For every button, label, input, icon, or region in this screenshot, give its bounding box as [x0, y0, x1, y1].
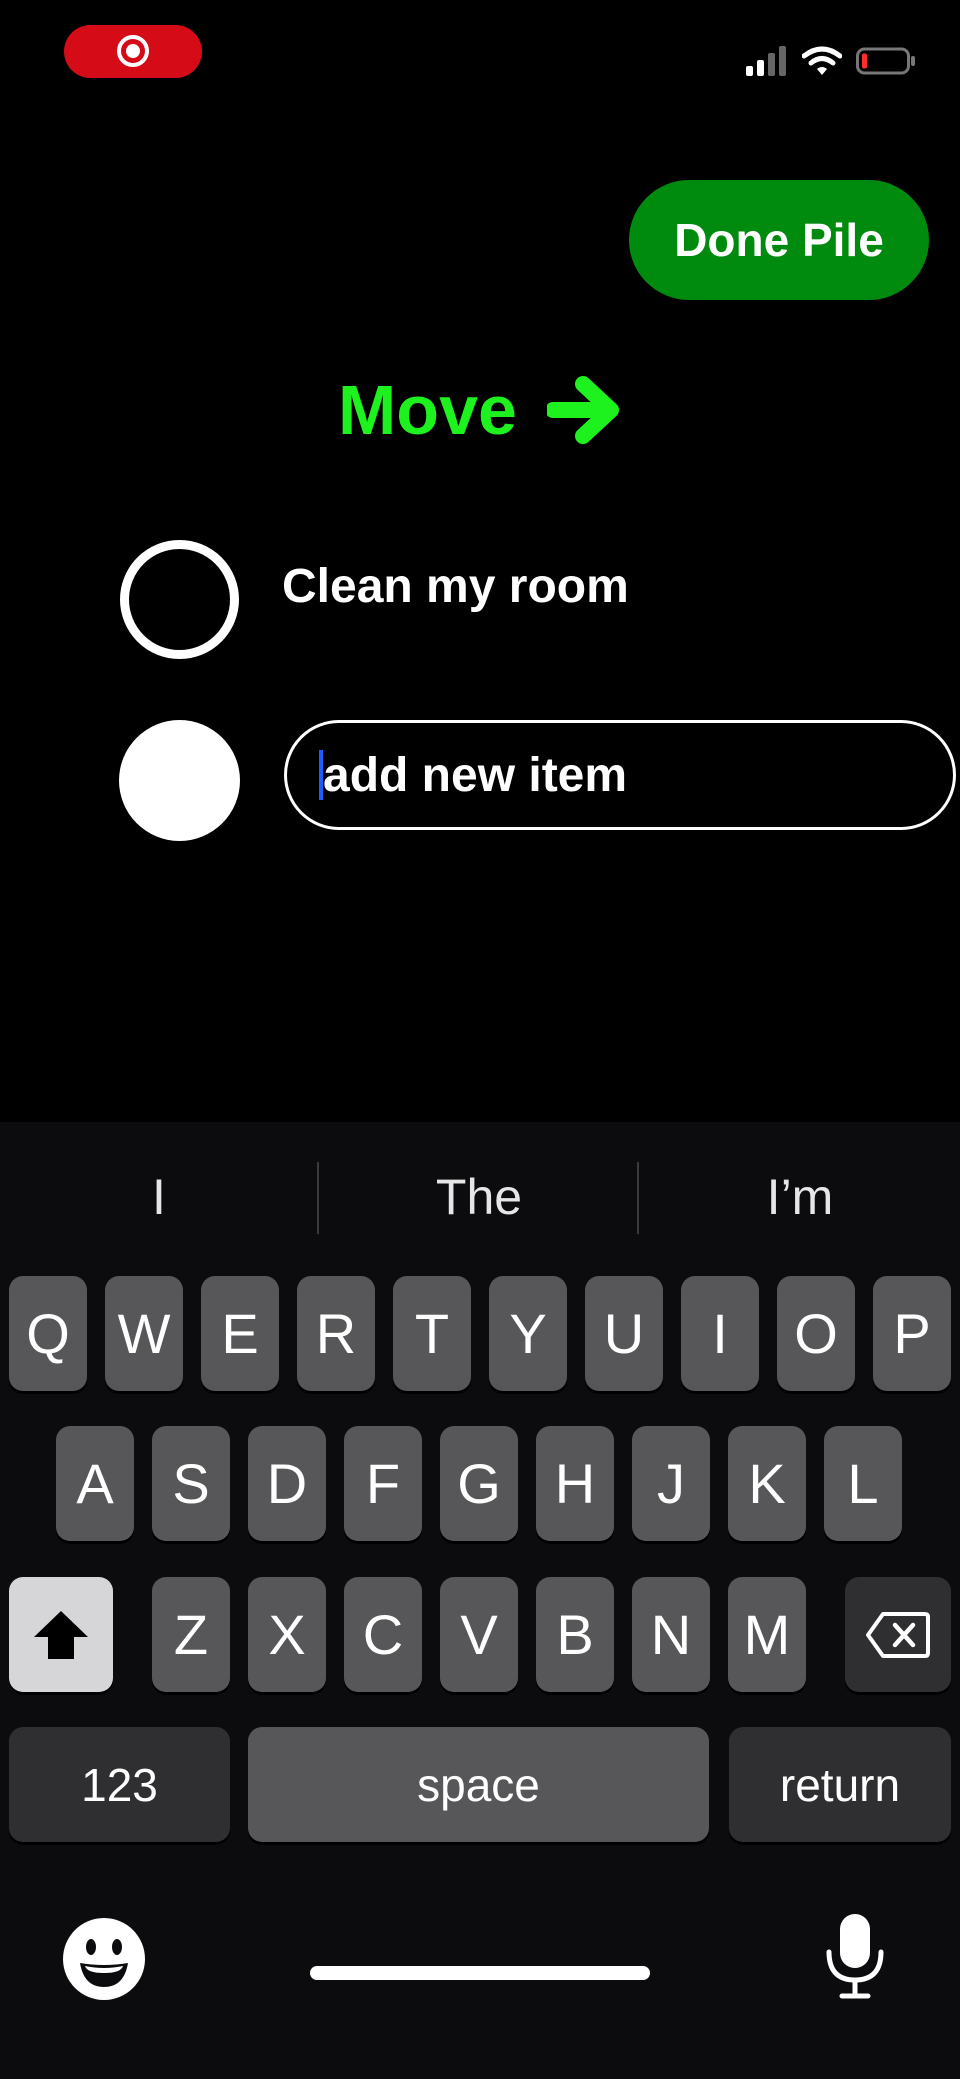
done-pile-button[interactable]: Done Pile — [629, 180, 929, 300]
key-l[interactable]: L — [824, 1426, 902, 1541]
key-k[interactable]: K — [728, 1426, 806, 1541]
shift-key[interactable] — [9, 1577, 113, 1692]
new-item-checkbox[interactable] — [119, 720, 240, 841]
key-m[interactable]: M — [728, 1577, 806, 1692]
screen-recording-icon — [117, 35, 149, 67]
key-p[interactable]: P — [873, 1276, 951, 1391]
emoji-icon — [63, 1918, 145, 2000]
suggestion-2[interactable]: The — [320, 1122, 638, 1272]
dictation-button[interactable] — [822, 1912, 888, 2000]
status-icons — [746, 44, 916, 78]
key-f[interactable]: F — [344, 1426, 422, 1541]
return-key[interactable]: return — [729, 1727, 951, 1842]
new-item-input[interactable]: add new item — [284, 720, 956, 830]
emoji-button[interactable] — [62, 1917, 146, 2001]
microphone-icon — [826, 1914, 884, 1999]
key-g[interactable]: G — [440, 1426, 518, 1541]
key-d[interactable]: D — [248, 1426, 326, 1541]
battery-low-icon — [856, 47, 915, 75]
item-checkbox[interactable] — [120, 540, 239, 659]
suggestion-divider — [317, 1162, 319, 1234]
home-indicator[interactable] — [310, 1966, 650, 1980]
key-n[interactable]: N — [632, 1577, 710, 1692]
delete-key[interactable] — [845, 1577, 951, 1692]
backspace-icon — [866, 1611, 930, 1658]
key-w[interactable]: W — [105, 1276, 183, 1391]
space-key[interactable]: space — [248, 1727, 709, 1842]
cellular-signal-icon — [746, 46, 786, 76]
wifi-icon — [802, 46, 842, 75]
key-e[interactable]: E — [201, 1276, 279, 1391]
key-h[interactable]: H — [536, 1426, 614, 1541]
key-o[interactable]: O — [777, 1276, 855, 1391]
key-c[interactable]: C — [344, 1577, 422, 1692]
key-x[interactable]: X — [248, 1577, 326, 1692]
arrow-right-icon — [546, 376, 619, 444]
key-u[interactable]: U — [585, 1276, 663, 1391]
key-z[interactable]: Z — [152, 1577, 230, 1692]
move-label: Move — [338, 371, 517, 449]
key-r[interactable]: R — [297, 1276, 375, 1391]
key-t[interactable]: T — [393, 1276, 471, 1391]
list-item-text[interactable]: Clean my room — [282, 555, 629, 619]
screen-recording-indicator[interactable] — [64, 25, 202, 78]
key-i[interactable]: I — [681, 1276, 759, 1391]
numbers-key[interactable]: 123 — [9, 1727, 230, 1842]
suggestion-bar: I The I’m — [0, 1122, 960, 1272]
shift-arrow-icon — [34, 1610, 88, 1659]
move-button[interactable]: Move — [338, 360, 623, 460]
key-j[interactable]: J — [632, 1426, 710, 1541]
new-item-placeholder: add new item — [323, 748, 628, 802]
key-b[interactable]: B — [536, 1577, 614, 1692]
suggestion-3[interactable]: I’m — [640, 1122, 960, 1272]
suggestion-divider — [637, 1162, 639, 1234]
suggestion-1[interactable]: I — [0, 1122, 318, 1272]
key-v[interactable]: V — [440, 1577, 518, 1692]
key-y[interactable]: Y — [489, 1276, 567, 1391]
key-s[interactable]: S — [152, 1426, 230, 1541]
key-q[interactable]: Q — [9, 1276, 87, 1391]
key-a[interactable]: A — [56, 1426, 134, 1541]
